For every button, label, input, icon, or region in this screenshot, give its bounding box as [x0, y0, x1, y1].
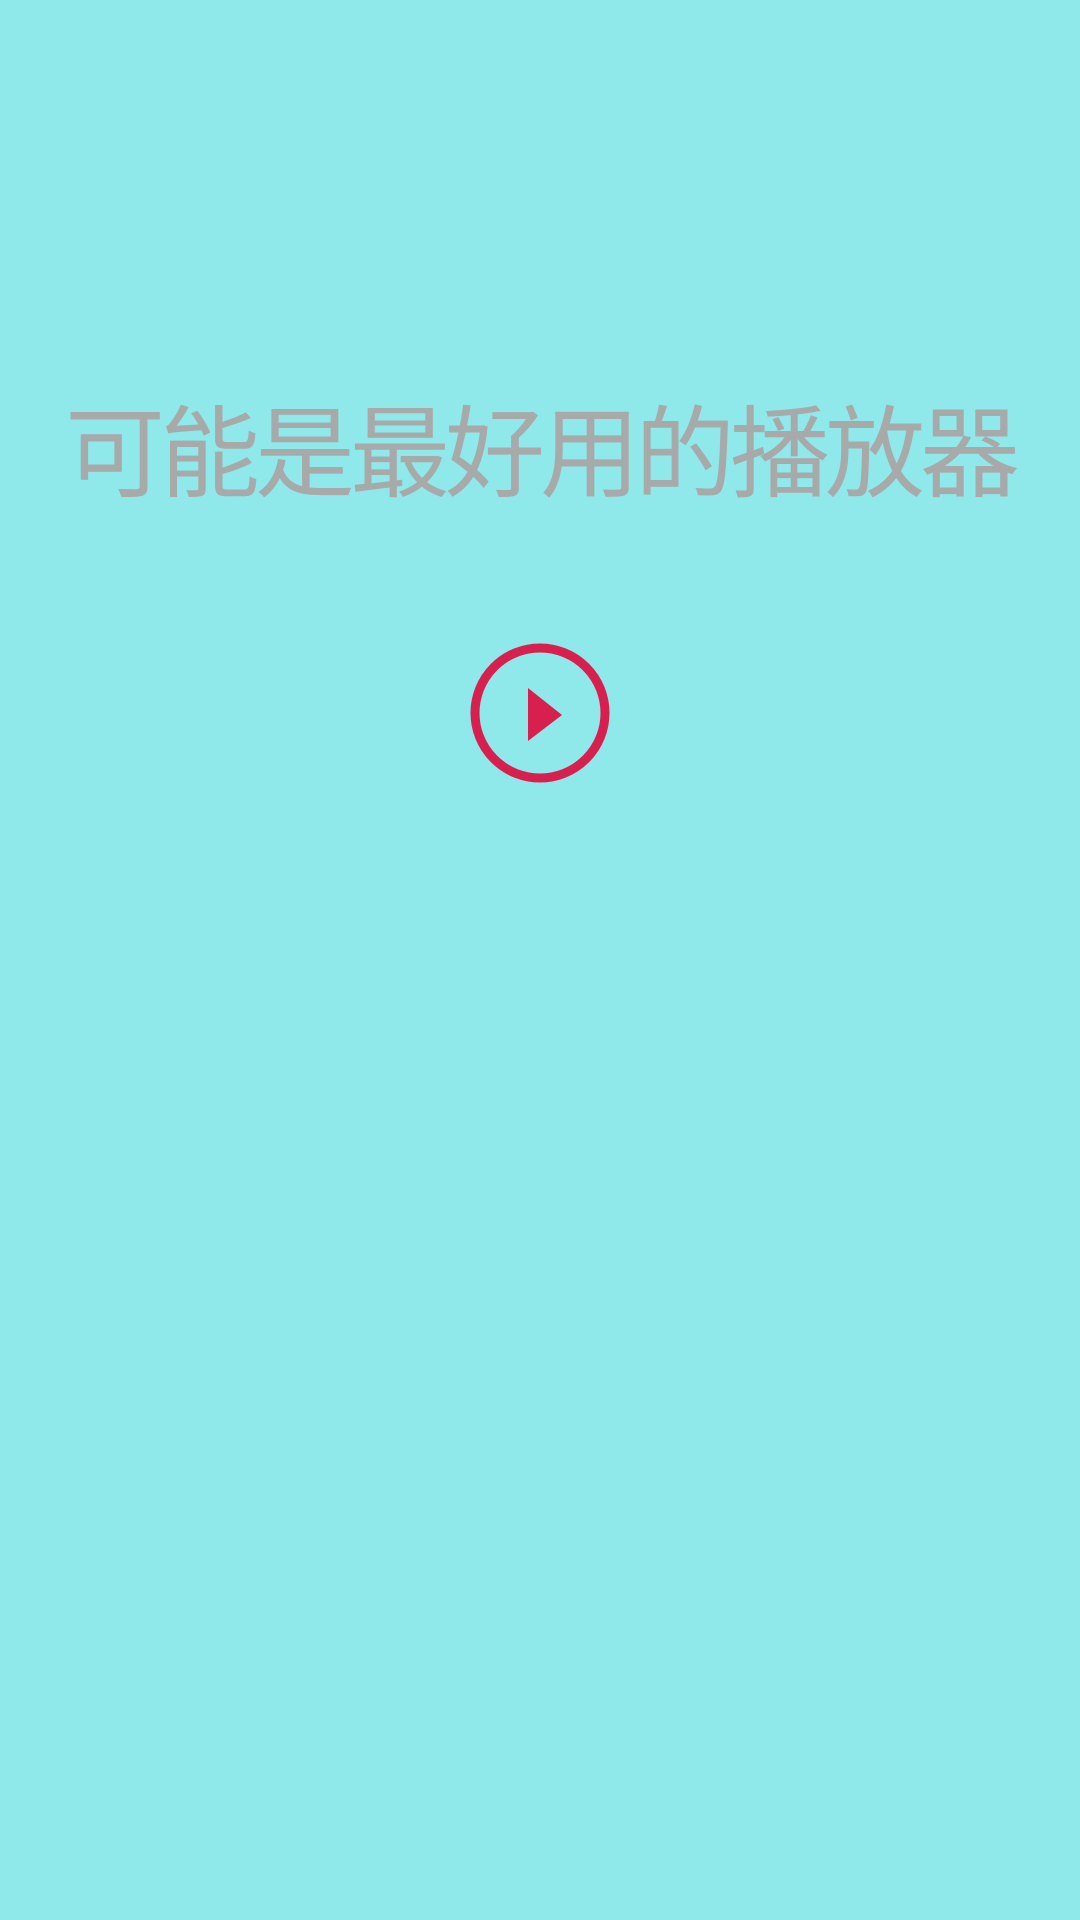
play-triangle [528, 688, 562, 741]
play-button[interactable] [470, 643, 610, 783]
app-tagline: 可能是最好用的播放器 [65, 396, 1020, 513]
splash-screen: 可能是最好用的播放器 [0, 0, 1080, 1920]
play-circle-icon [470, 643, 610, 783]
